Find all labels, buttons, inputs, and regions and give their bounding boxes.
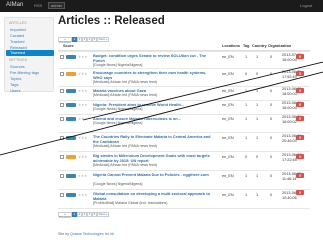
annotation-strokes <box>0 61 323 156</box>
annotation-line-upper <box>82 61 323 121</box>
annotation-line-lower <box>0 71 323 156</box>
